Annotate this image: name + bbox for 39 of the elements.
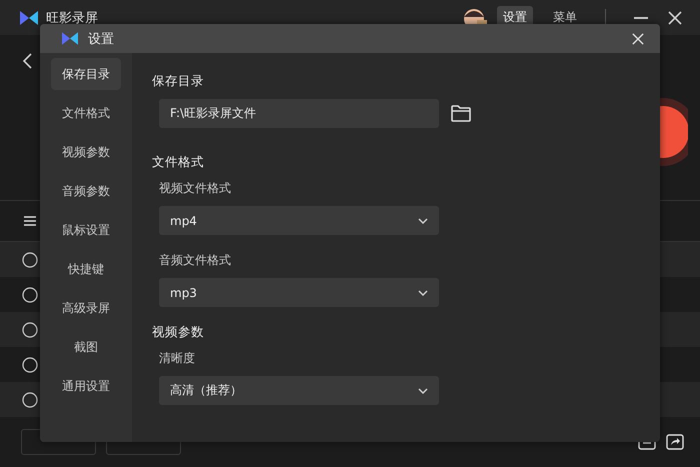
dropdown[interactable]: mp4	[159, 206, 439, 235]
dialog-title: 设置	[88, 30, 114, 48]
logo-icon	[62, 32, 78, 45]
app-title: 旺影录屏	[46, 10, 98, 26]
chevron-down-icon	[418, 218, 428, 224]
folder-icon[interactable]	[451, 105, 471, 122]
path-field[interactable]: F:\旺影录屏文件	[159, 99, 439, 128]
nav-item[interactable]: 音频参数	[51, 175, 121, 207]
nav-item[interactable]: 保存目录	[51, 58, 121, 90]
logo-icon	[20, 10, 38, 24]
nav-item[interactable]: 通用设置	[51, 370, 121, 402]
close-icon[interactable]	[632, 32, 644, 44]
radio-icon[interactable]	[22, 356, 38, 372]
radio-icon[interactable]	[22, 286, 38, 302]
dropdown[interactable]: 高清（推荐）	[159, 376, 439, 405]
section-heading: 视频参数	[152, 324, 205, 341]
radio-icon[interactable]	[22, 252, 38, 268]
header-button[interactable]: 菜单	[547, 6, 583, 29]
section-heading: 文件格式	[152, 154, 205, 171]
field-label: 音频文件格式	[159, 252, 232, 269]
nav-item[interactable]: 快捷键	[51, 253, 121, 285]
field-label: 视频文件格式	[159, 180, 232, 197]
dropdown[interactable]: mp3	[159, 278, 439, 307]
nav-item[interactable]: 文件格式	[51, 97, 121, 129]
chevron-down-icon	[418, 290, 428, 296]
nav-item[interactable]: 鼠标设置	[51, 214, 121, 246]
nav-item[interactable]: 截图	[51, 331, 121, 363]
section-heading: 保存目录	[152, 73, 205, 90]
radio-icon[interactable]	[22, 392, 38, 408]
radio-icon[interactable]	[22, 322, 38, 338]
share-icon[interactable]	[666, 434, 684, 450]
close-icon[interactable]	[668, 10, 682, 24]
back-icon[interactable]	[22, 53, 32, 69]
field-label: 清晰度	[159, 350, 196, 367]
minimize-icon[interactable]	[634, 16, 648, 18]
menu-icon[interactable]	[24, 216, 36, 226]
nav-item[interactable]: 高级录屏	[51, 292, 121, 324]
chevron-down-icon	[418, 388, 428, 394]
nav-item[interactable]: 视频参数	[51, 136, 121, 168]
